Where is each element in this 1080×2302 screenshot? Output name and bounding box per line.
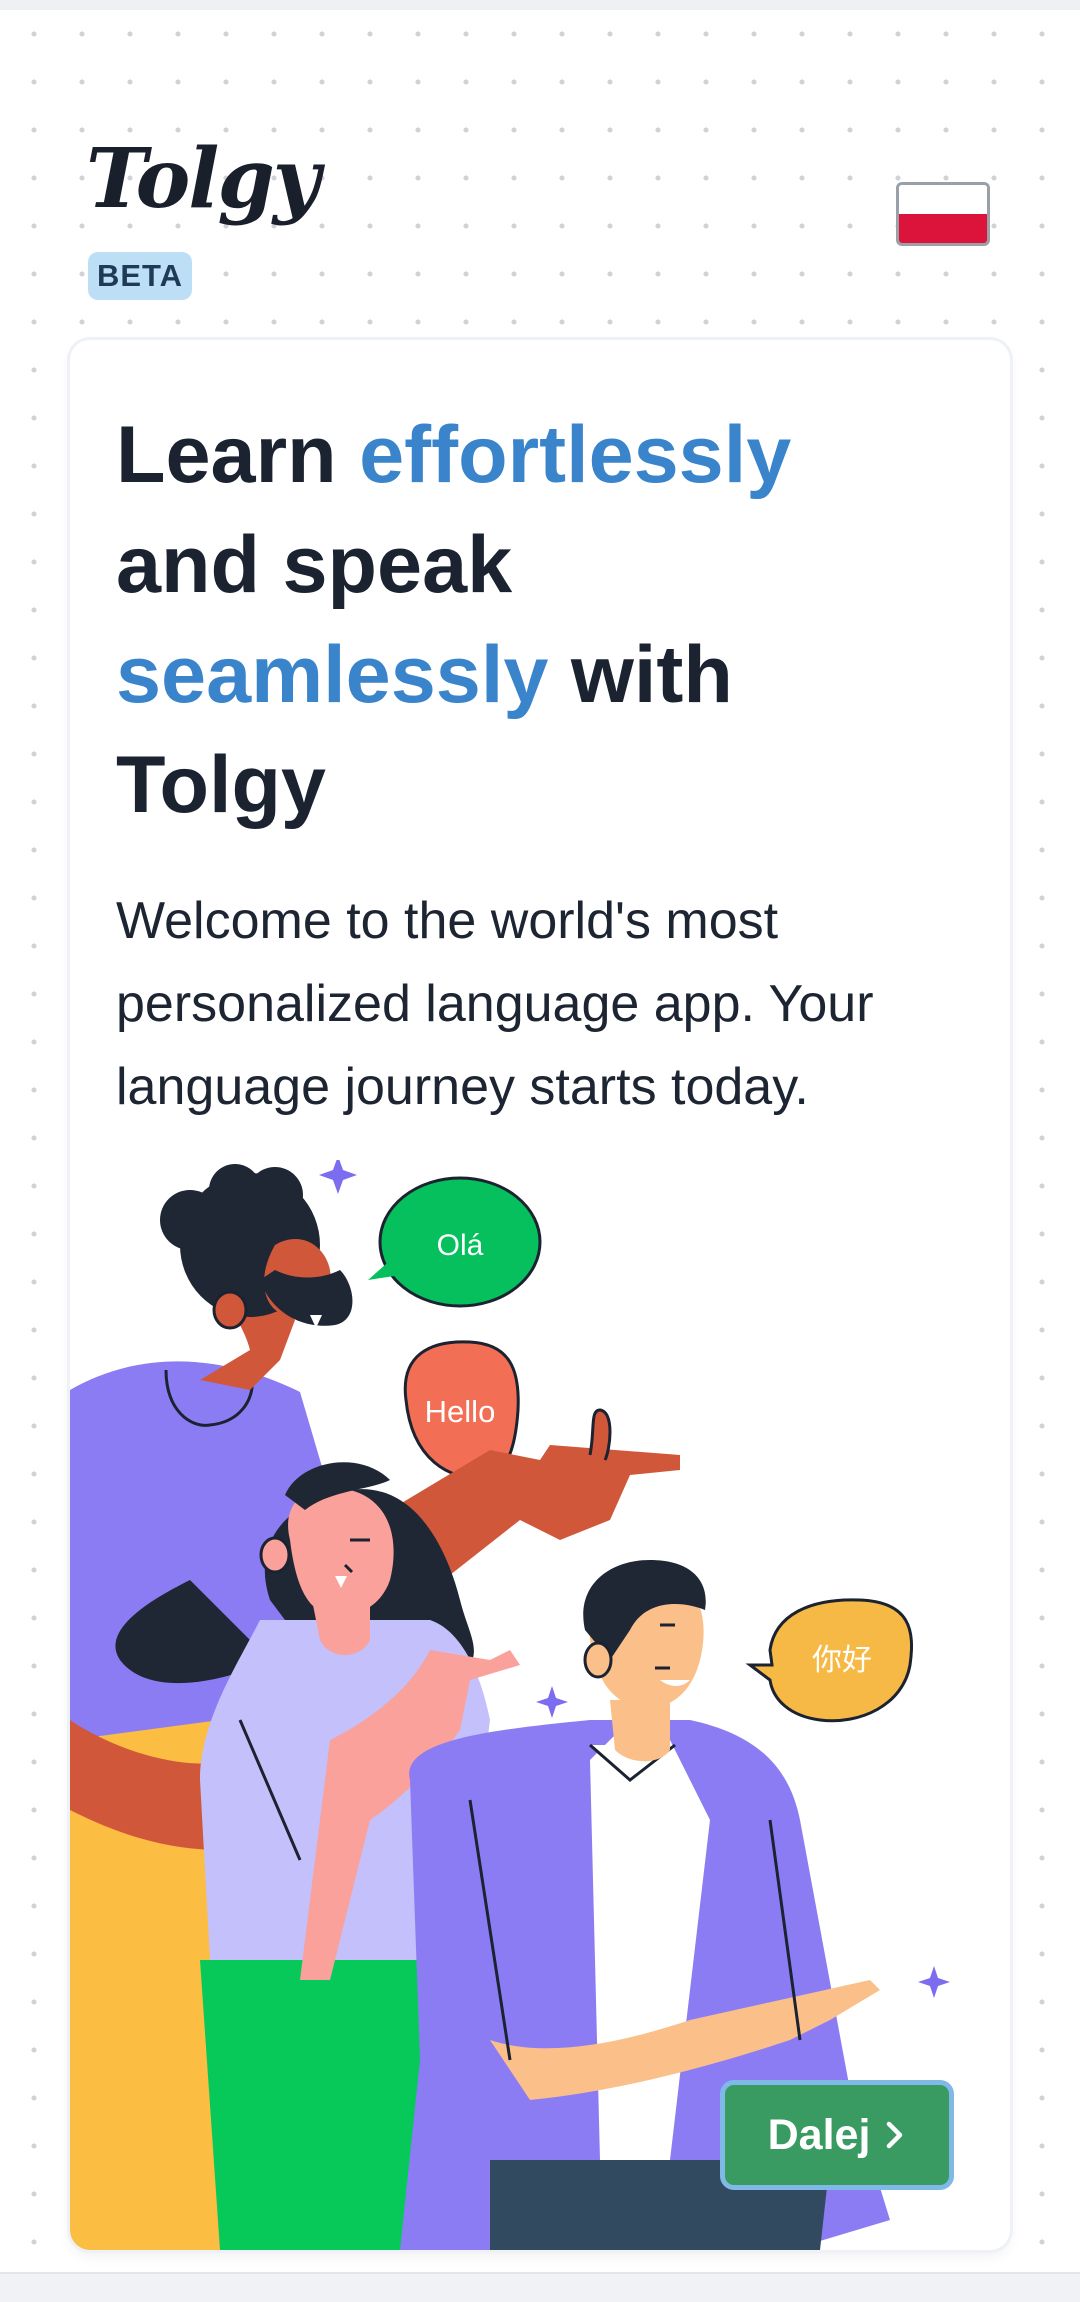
headline-part-1: Learn	[116, 410, 360, 500]
sparkle-icon	[918, 1966, 950, 1998]
headline-part-3: with	[548, 630, 733, 720]
flag-white-stripe	[899, 185, 987, 214]
next-button-label: Dalej	[767, 2110, 871, 2159]
page-title: Learn effortlessly and speak seamlessly …	[116, 400, 976, 840]
sparkle-icon	[536, 1686, 568, 1718]
status-strip	[0, 0, 1080, 10]
flag-red-stripe	[899, 214, 987, 243]
welcome-subtitle: Welcome to the world's most personalized…	[116, 892, 874, 1116]
bubble-nihao-text: 你好	[812, 1643, 872, 1678]
navigation-bar	[0, 2272, 1080, 2302]
speech-bubble-nihao: 你好	[745, 1598, 914, 1723]
headline-part-4: Tolgy	[116, 740, 326, 830]
sparkle-icon	[319, 1160, 357, 1194]
headline-accent-seamlessly: seamlessly	[116, 630, 549, 720]
bubble-ola-text: Olá	[437, 1229, 484, 1262]
next-button[interactable]: Dalej	[720, 2080, 954, 2190]
poland-flag-icon[interactable]	[896, 182, 990, 246]
app-logo: Tolgy	[86, 131, 320, 227]
speech-bubble-ola: Olá	[368, 1176, 542, 1308]
headline-part-2: and speak	[116, 520, 513, 610]
welcome-card: Learn effortlessly and speak seamlessly …	[70, 340, 1010, 2250]
chevron-right-icon	[887, 2121, 903, 2149]
headline-accent-effortlessly: effortlessly	[359, 410, 792, 500]
bubble-hello-text: Hello	[425, 1394, 496, 1429]
beta-badge: BETA	[88, 252, 192, 300]
